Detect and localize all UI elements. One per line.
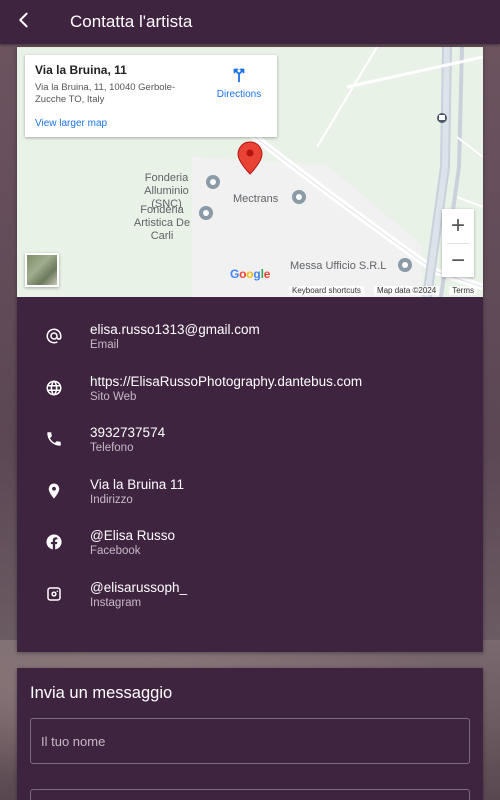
- contact-phone[interactable]: 3932737574 Telefono: [17, 424, 483, 476]
- facebook-icon: [42, 530, 66, 554]
- zoom-out-button[interactable]: −: [442, 244, 474, 278]
- instagram-label: Instagram: [90, 596, 142, 609]
- place-info-card: Via la Bruina, 11 Via la Bruina, 11, 100…: [25, 55, 277, 137]
- map-data-text: Map data ©2024: [373, 285, 440, 295]
- view-larger-map-link[interactable]: View larger map: [35, 118, 107, 129]
- contact-facebook[interactable]: @Elisa Russo Facebook: [17, 527, 483, 579]
- email-label: Email: [90, 339, 119, 351]
- facebook-label: Facebook: [90, 545, 141, 558]
- arrow-back-icon: [15, 11, 33, 34]
- zoom-controls: + −: [442, 209, 474, 277]
- message-title: Invia un messaggio: [30, 684, 173, 702]
- zoom-in-button[interactable]: +: [442, 209, 474, 243]
- contact-list: elisa.russo1313@gmail.com Email https://…: [17, 297, 483, 631]
- instagram-value: @elisarussoph_: [90, 579, 188, 595]
- poi-fonderia-artistica[interactable]: Fonderia Artistica De Carli: [127, 204, 197, 243]
- at-icon: [42, 324, 66, 348]
- second-input[interactable]: [30, 789, 470, 800]
- google-logo: Google: [230, 267, 271, 281]
- contact-website[interactable]: https://ElisaRussoPhotography.dantebus.c…: [17, 373, 483, 425]
- phone-label: Telefono: [90, 442, 134, 455]
- message-card: Invia un messaggio Il tuo nome: [17, 668, 483, 800]
- directions-button[interactable]: Directions: [213, 65, 265, 100]
- poi-mectrans[interactable]: Mectrans: [233, 193, 278, 206]
- phone-value: 3932737574: [90, 425, 166, 441]
- globe-icon: [42, 376, 66, 400]
- instagram-icon: [42, 582, 66, 606]
- name-input[interactable]: Il tuo nome: [30, 718, 470, 764]
- app-bar: Contatta l'artista: [0, 0, 500, 44]
- place-address: Via la Bruina, 11, 10040 Gerbole-Zucche …: [35, 82, 176, 105]
- map-embed[interactable]: Via la Bruina, 11 Via la Bruina, 11, 100…: [17, 47, 483, 297]
- contact-instagram[interactable]: @elisarussoph_ Instagram: [17, 579, 483, 631]
- page-title: Contatta l'artista: [70, 12, 193, 31]
- directions-icon: [230, 68, 248, 87]
- contact-card: Via la Bruina, 11 Via la Bruina, 11, 100…: [17, 47, 483, 652]
- back-button[interactable]: [0, 0, 48, 44]
- map-footer: Keyboard shortcuts Map data ©2024 Terms: [17, 283, 483, 297]
- website-label: Sito Web: [90, 390, 137, 403]
- email-value: elisa.russo1313@gmail.com: [90, 322, 260, 337]
- contact-address[interactable]: Via la Bruina 11 Indirizzo: [17, 476, 483, 528]
- poi-messa-ufficio[interactable]: Messa Ufficio S.R.L: [290, 260, 386, 273]
- contact-email[interactable]: elisa.russo1313@gmail.com Email: [17, 321, 483, 373]
- keyboard-shortcuts-link[interactable]: Keyboard shortcuts: [289, 285, 364, 295]
- phone-icon: [42, 427, 66, 451]
- address-value: Via la Bruina 11: [90, 476, 185, 492]
- facebook-value: @Elisa Russo: [90, 528, 175, 544]
- website-value: https://ElisaRussoPhotography.dantebus.c…: [90, 373, 363, 389]
- satellite-view-toggle[interactable]: [25, 253, 59, 287]
- terms-link[interactable]: Terms: [449, 285, 477, 295]
- location-pin-icon: [42, 479, 66, 503]
- directions-label: Directions: [216, 89, 262, 100]
- address-label: Indirizzo: [90, 493, 133, 506]
